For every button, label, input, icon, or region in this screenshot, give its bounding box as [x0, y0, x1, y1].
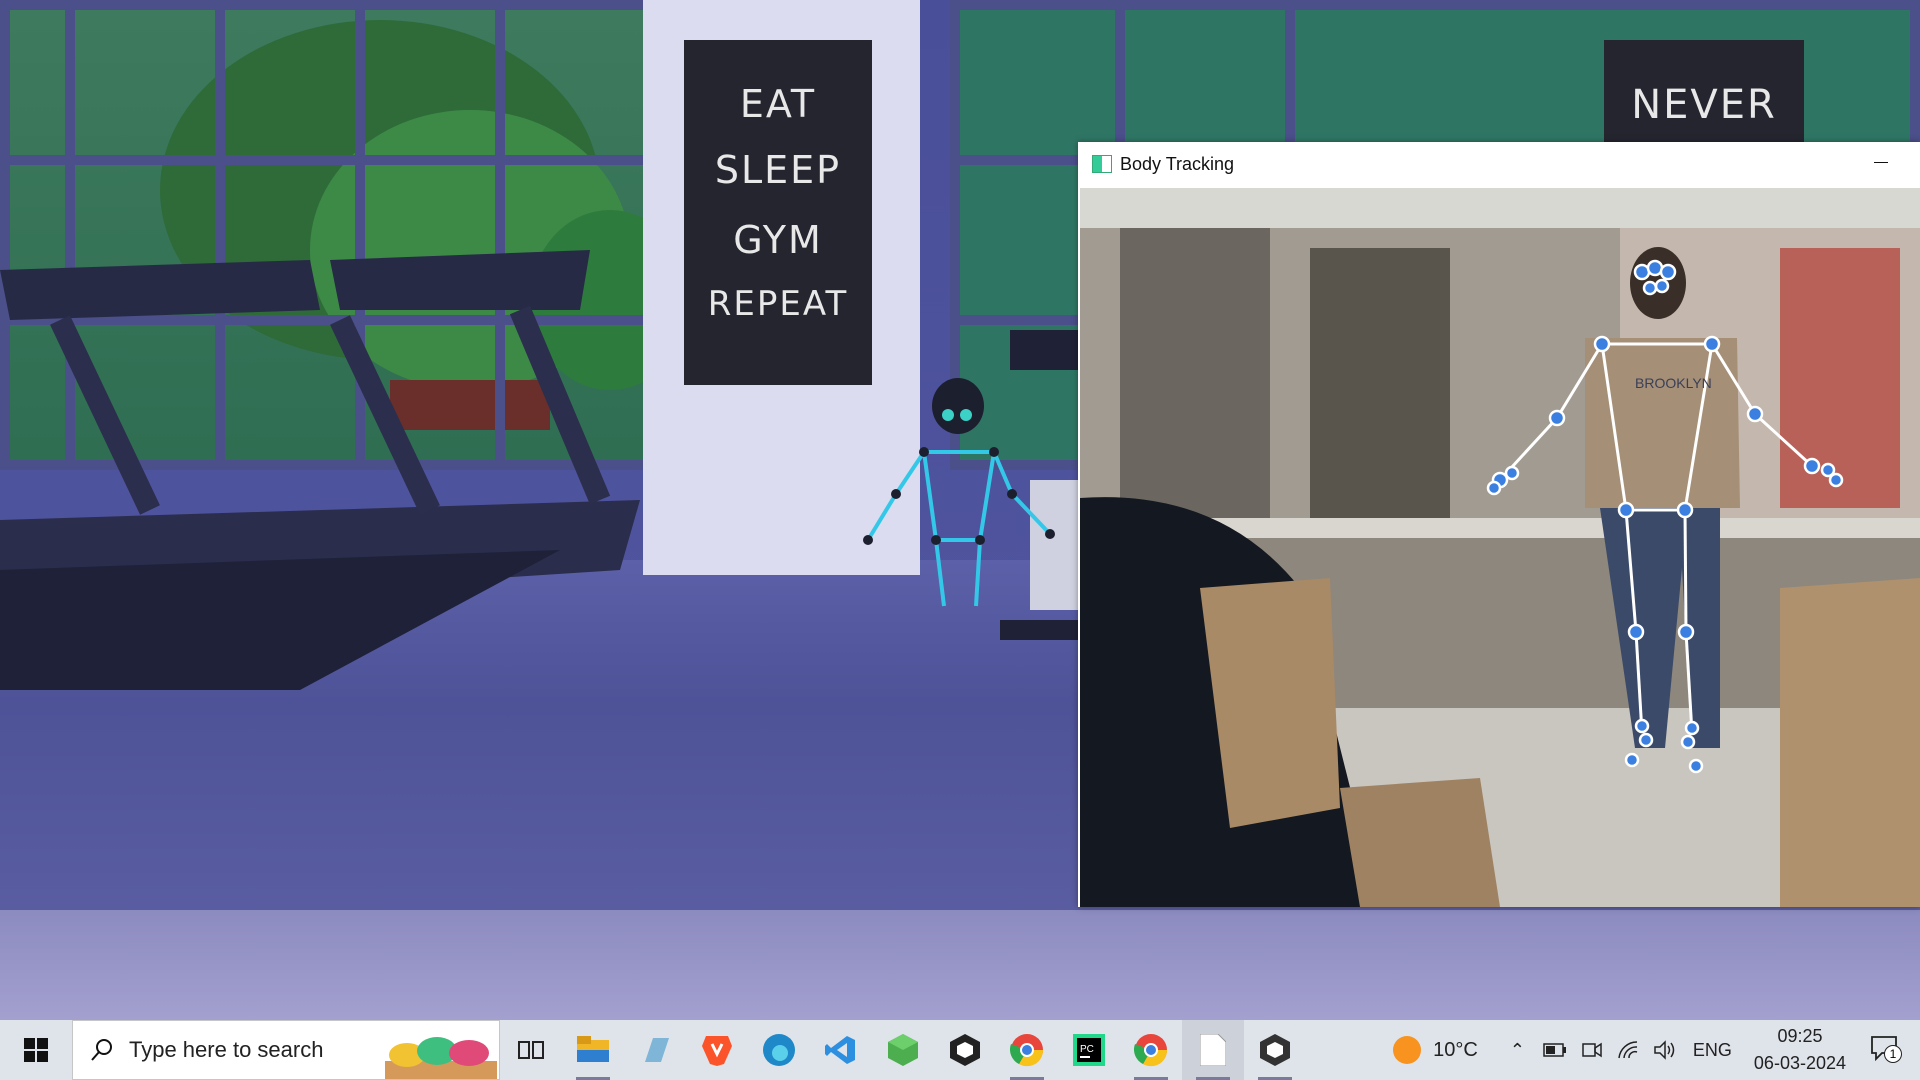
pycharm-icon: PC [1073, 1034, 1105, 1066]
meet-now-icon[interactable] [1581, 1040, 1603, 1060]
taskbar: Type here to search PC 10°C ⌃ ENG 09:25 … [0, 1020, 1920, 1080]
battery-icon[interactable] [1543, 1043, 1567, 1057]
scene-floor-foreground [0, 910, 1920, 1020]
minimize-button[interactable] [1874, 156, 1890, 170]
taskbar-search-box[interactable]: Type here to search [72, 1020, 500, 1080]
notification-badge: 1 [1884, 1044, 1902, 1063]
search-icon [91, 1039, 112, 1061]
window-title: Body Tracking [1120, 153, 1235, 174]
weather-temperature: 10°C [1433, 1038, 1478, 1061]
notes-icon [645, 1038, 669, 1062]
poster2-text: NEVER [1631, 82, 1777, 128]
gym-poster: EAT SLEEP GYM REPEAT [684, 40, 872, 385]
taskbar-green-hex-app[interactable] [872, 1020, 934, 1080]
poster-line-sleep: SLEEP [714, 148, 842, 192]
unity-cube-icon [1260, 1034, 1290, 1066]
task-view-button[interactable] [500, 1020, 562, 1080]
poster-line-repeat: REPEAT [707, 284, 849, 324]
brave-lion-icon [702, 1036, 732, 1066]
unity-cube-icon [950, 1034, 980, 1066]
document-icon [1200, 1034, 1226, 1066]
taskbar-notes-app[interactable] [624, 1020, 686, 1080]
gym-poster-2: NEVER [1604, 40, 1804, 150]
body-tracking-window[interactable]: Body Tracking BROOKLYN [1078, 142, 1920, 907]
taskbar-chrome-2[interactable] [1120, 1020, 1182, 1080]
taskbar-unity-hub[interactable] [934, 1020, 996, 1080]
weather-sun-icon [1393, 1036, 1422, 1064]
show-hidden-icons-chevron-icon[interactable]: ⌃ [1510, 1040, 1525, 1061]
svg-text:PC: PC [1080, 1044, 1094, 1055]
treadmills [0, 250, 640, 690]
wifi-icon[interactable] [1617, 1040, 1639, 1060]
taskbar-pycharm[interactable]: PC [1058, 1020, 1120, 1080]
stick-figure-avatar [863, 378, 1055, 607]
search-highlight-icon [385, 1037, 497, 1079]
clock-date: 06-03-2024 [1753, 1053, 1846, 1073]
taskbar-file-explorer[interactable] [562, 1020, 624, 1080]
shirt-text: BROOKLYN [1635, 375, 1712, 391]
input-language[interactable]: ENG [1693, 1040, 1732, 1061]
taskbar-chrome-1[interactable] [996, 1020, 1058, 1080]
chrome-icon [1010, 1034, 1044, 1067]
poster-line-gym: GYM [733, 218, 823, 262]
taskbar-edge[interactable] [748, 1020, 810, 1080]
taskbar-unity-editor[interactable] [1244, 1020, 1306, 1080]
poster-line-eat: EAT [739, 82, 817, 126]
windows-icon [24, 1038, 48, 1062]
webcam-scene: BROOKLYN [1080, 188, 1920, 907]
taskbar-brave[interactable] [686, 1020, 748, 1080]
taskbar-vscode[interactable] [810, 1020, 872, 1080]
chrome-icon [1134, 1034, 1168, 1067]
clock-time: 09:25 [1777, 1026, 1823, 1046]
webcam-feed: BROOKLYN [1080, 188, 1920, 907]
notification-center-button[interactable]: 1 [1870, 1035, 1902, 1066]
system-tray: 10°C ⌃ ENG 09:25 06-03-2024 1 [1393, 1020, 1920, 1080]
task-view-icon [518, 1041, 544, 1059]
taskbar-notepad[interactable] [1182, 1020, 1244, 1080]
vscode-icon [825, 1036, 855, 1064]
edge-icon [763, 1034, 795, 1066]
start-button[interactable] [0, 1020, 72, 1080]
volume-icon[interactable] [1653, 1040, 1677, 1060]
green-hexagon-icon [888, 1034, 918, 1066]
folder-icon [577, 1036, 609, 1062]
weather-widget[interactable]: 10°C [1393, 1036, 1478, 1064]
window-titlebar[interactable]: Body Tracking [1078, 142, 1920, 186]
clock[interactable]: 09:25 06-03-2024 [1754, 1026, 1846, 1074]
search-placeholder: Type here to search [129, 1037, 324, 1062]
app-icon [1092, 155, 1112, 173]
